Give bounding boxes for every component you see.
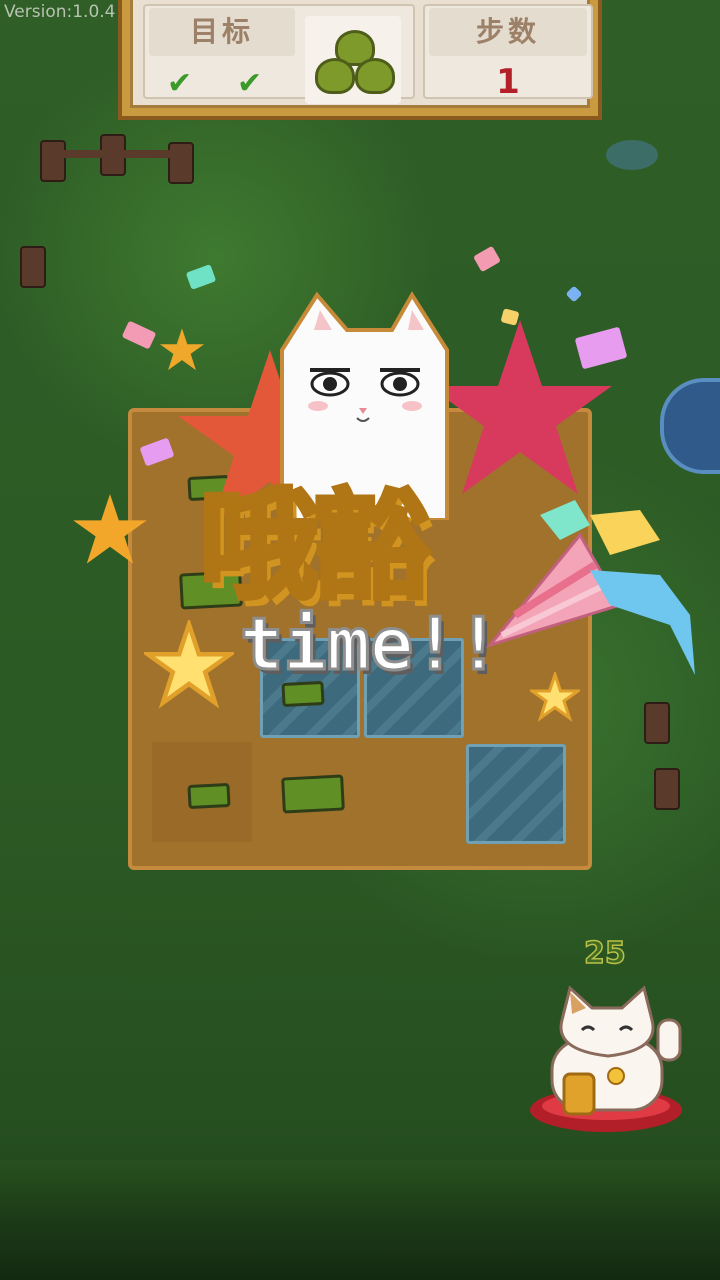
hud-panel: 目标 ✔ ✔ 步数 1 (118, 0, 602, 120)
fence-rail (58, 150, 182, 158)
version-label: Version:1.0.4 (4, 2, 116, 22)
star-icon (73, 494, 147, 564)
celebration-subtitle: time!! (238, 601, 501, 688)
grass-tile[interactable] (281, 774, 345, 814)
confetti (121, 320, 157, 350)
confetti (565, 285, 583, 303)
confetti (472, 245, 502, 273)
pond (660, 378, 720, 474)
fence-post (168, 142, 194, 184)
fence-post (654, 768, 680, 810)
steps-panel: 步数 1 (423, 4, 593, 102)
goal-label: 目标 (149, 8, 295, 56)
star-icon (159, 328, 205, 371)
rock (606, 140, 658, 170)
confetti (185, 264, 217, 290)
steps-label: 步数 (429, 8, 587, 56)
star-icon (144, 620, 234, 709)
party-popper-icon (485, 500, 695, 675)
timer-value: 25 (583, 935, 626, 972)
lucky-cat-icon[interactable] (530, 980, 690, 1140)
fence-post (40, 140, 66, 182)
goal-panel: 目标 ✔ ✔ (143, 4, 415, 104)
water-cell[interactable] (466, 744, 566, 844)
game-scene: Version:1.0.4 目标 ✔ ✔ 步数 1 哦豁 time!! 25 (0, 0, 720, 1280)
fence-post (644, 702, 670, 744)
checkmark-icon: ✔ (237, 66, 263, 101)
grass-tile[interactable] (187, 782, 231, 810)
grass-tiles-icon (305, 16, 401, 104)
ground-edge (0, 1160, 720, 1280)
fence-post (20, 246, 46, 288)
steps-value: 1 (496, 62, 520, 102)
checkmark-icon: ✔ (167, 66, 193, 101)
